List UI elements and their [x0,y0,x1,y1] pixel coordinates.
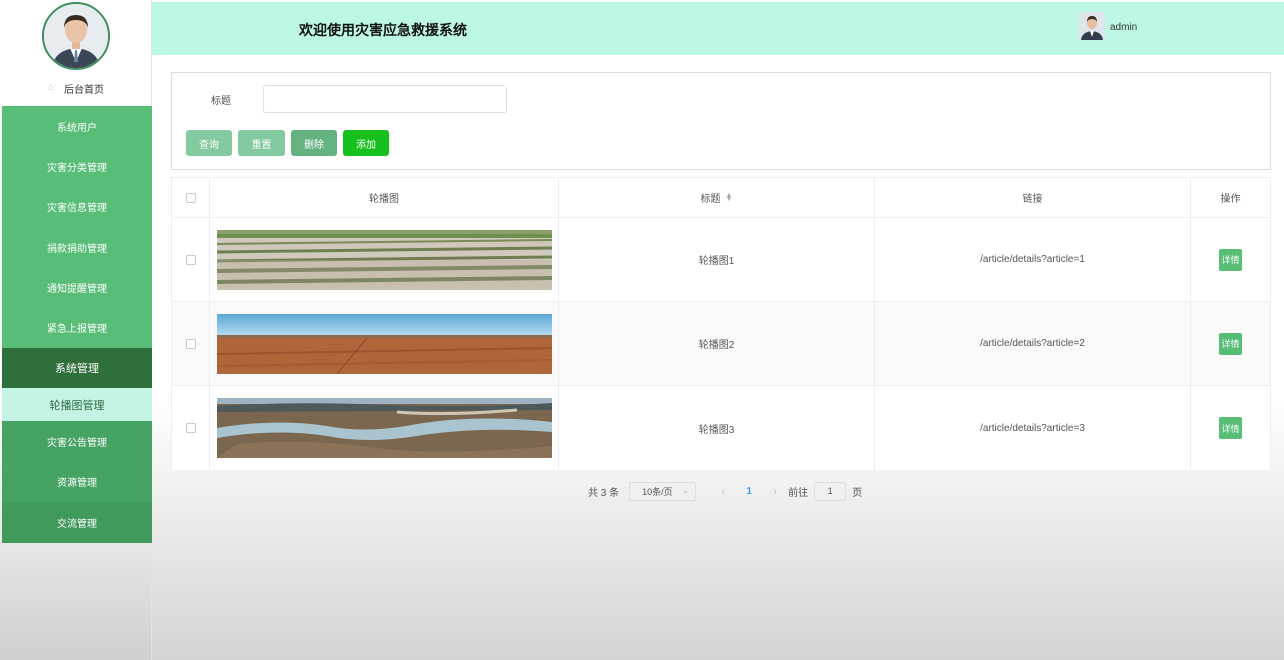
carousel-image [216,398,552,458]
detail-button[interactable]: 详情 [1219,248,1242,271]
query-button[interactable]: 查询 [186,130,232,156]
table-row: 轮播图3 /article/details?article=3 详情 [172,386,1270,470]
column-header-title[interactable]: 标题 ▲ ▼ [559,178,875,217]
search-label: 标题 [211,96,231,107]
row-operation-cell: 详情 [1191,218,1270,301]
sidebar-item-label: 灾害分类管理 [47,162,107,174]
sidebar-item-disaster-info[interactable]: 灾害信息管理 [2,186,152,227]
prev-page-button[interactable]: ‹ [710,486,736,497]
add-button[interactable]: 添加 [343,130,389,156]
sidebar-item-system-users[interactable]: 系统用户 [2,106,152,147]
sidebar-item-label: 轮播图管理 [49,399,105,412]
column-header-image: 轮播图 [210,178,559,217]
pagination: 共 3 条 10条/页 ⌄ ‹ 1 › 前往 1 页 [588,481,862,501]
sidebar-item-resources[interactable]: 资源管理 [2,461,152,503]
row-operation-cell: 详情 [1191,302,1270,385]
user-portrait-icon [44,4,108,68]
sidebar-item-system-management[interactable]: 系统管理 [2,347,152,389]
table-header-row: 轮播图 标题 ▲ ▼ 链接 操作 [172,178,1270,218]
sidebar-item-label: 交流管理 [57,518,97,530]
goto-page-input[interactable]: 1 [814,481,847,501]
top-header: 欢迎使用灾害应急救援系统 admin [152,2,1284,55]
page-size-value: 10条/页 [642,486,673,497]
row-operation-cell: 详情 [1191,386,1270,470]
header-checkbox-cell [172,178,210,217]
search-panel: 标题 查询 重置 删除 添加 [171,72,1271,170]
sidebar-item-label: 紧急上报管理 [47,324,107,336]
column-header-operation: 操作 [1220,194,1241,205]
sidebar-item-label: 资源管理 [57,478,97,490]
row-image-cell [210,218,559,301]
column-header-title-label: 标题 [700,194,721,205]
row-checkbox-cell [172,218,210,301]
sidebar-item-carousel-management[interactable]: 轮播图管理 [2,388,152,422]
row-title: 轮播图2 [559,302,875,385]
row-checkbox-cell [172,302,210,385]
sort-icon[interactable]: ▲ ▼ [726,192,733,203]
sidebar-item-emergency-report[interactable]: 紧急上报管理 [2,307,152,348]
user-portrait-icon [1079,12,1105,40]
row-image-cell [210,386,559,470]
row-title: 轮播图3 [559,386,875,470]
row-checkbox[interactable] [185,338,196,349]
sidebar-item-label: 系统用户 [57,122,97,134]
delete-button[interactable]: 删除 [291,130,337,156]
carousel-image [216,229,552,290]
chevron-down-icon: ⌄ [682,485,690,495]
detail-button[interactable]: 详情 [1219,332,1242,355]
carousel-image [216,313,552,374]
page-size-select[interactable]: 10条/页 ⌄ [629,481,697,501]
sidebar-home-label: 后台首页 [64,84,104,96]
sidebar-item-label: 灾害信息管理 [47,203,107,215]
column-header-link: 链接 [875,178,1191,217]
header-avatar[interactable] [1079,12,1105,40]
sidebar-item-notifications[interactable]: 通知提醒管理 [2,267,152,308]
sidebar-item-label: 灾害公告管理 [47,437,107,449]
row-link: /article/details?article=2 [875,302,1191,385]
row-checkbox-cell [172,386,210,470]
sidebar-item-label: 系统管理 [55,362,99,375]
row-image-cell [210,302,559,385]
sidebar-item-disaster-announcements[interactable]: 灾害公告管理 [2,421,152,462]
home-icon: ⌂ [48,82,55,93]
row-link: /article/details?article=3 [875,386,1191,470]
header-username[interactable]: admin [1110,22,1137,33]
sidebar-item-communication[interactable]: 交流管理 [2,502,152,543]
pagination-total: 共 3 条 [588,487,620,499]
select-all-checkbox[interactable] [185,192,196,203]
carousel-table: 轮播图 标题 ▲ ▼ 链接 操作 轮播图1 /article/details?a… [171,177,1271,470]
page-number-current[interactable]: 1 [736,486,762,497]
row-checkbox[interactable] [185,254,196,265]
row-title: 轮播图1 [559,218,875,301]
table-row: 轮播图2 /article/details?article=2 详情 [172,302,1270,386]
sidebar-home-link[interactable]: ⌂ 后台首页 [0,78,152,98]
row-checkbox[interactable] [185,423,196,433]
page-suffix: 页 [852,487,863,499]
goto-label: 前往 [788,487,809,499]
row-link: /article/details?article=1 [875,218,1191,301]
sidebar-item-disaster-category[interactable]: 灾害分类管理 [2,146,152,187]
table-row: 轮播图1 /article/details?article=1 详情 [172,218,1270,302]
next-page-button[interactable]: › [762,486,788,497]
avatar [42,2,110,70]
title-search-input[interactable] [263,85,507,113]
reset-button[interactable]: 重置 [238,130,285,156]
sidebar-item-label: 捐款捐助管理 [47,243,107,255]
page-title: 欢迎使用灾害应急救援系统 [299,22,467,38]
sidebar-item-label: 通知提醒管理 [47,283,107,295]
sidebar-item-donations[interactable]: 捐款捐助管理 [2,226,152,268]
sidebar-menu: 系统用户 灾害分类管理 灾害信息管理 捐款捐助管理 通知提醒管理 紧急上报管理 … [2,106,152,543]
detail-button[interactable]: 详情 [1219,417,1242,439]
sidebar: ⌂ 后台首页 系统用户 灾害分类管理 灾害信息管理 捐款捐助管理 通知提醒管理 … [0,0,152,660]
